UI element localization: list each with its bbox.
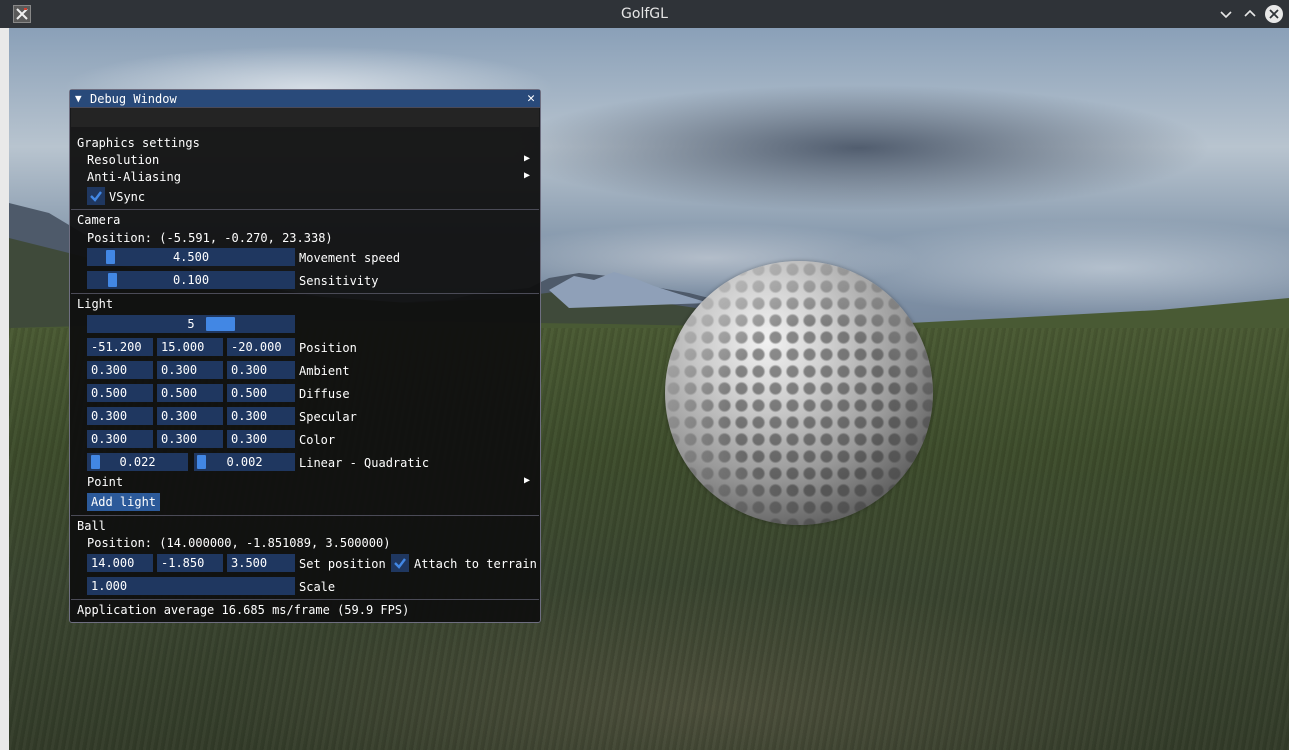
attach-to-terrain-checkbox[interactable] bbox=[391, 554, 409, 572]
movement-speed-slider[interactable]: 4.500 bbox=[87, 248, 295, 266]
point-expand-arrow-icon[interactable]: ▶ bbox=[524, 475, 530, 486]
golf-ball bbox=[665, 261, 933, 525]
attach-to-terrain-label: Attach to terrain bbox=[414, 557, 537, 571]
checkmark-icon bbox=[394, 558, 406, 569]
sensitivity-value: 0.100 bbox=[172, 273, 210, 287]
ball-y-input[interactable]: -1.850 bbox=[157, 554, 223, 572]
separator bbox=[71, 293, 539, 294]
debug-window-title-bar[interactable]: ▼ Debug Window ✕ bbox=[70, 90, 540, 108]
slider-grab[interactable] bbox=[91, 455, 100, 469]
light-index-slider[interactable]: 5 bbox=[87, 315, 295, 333]
window-left-edge bbox=[0, 28, 9, 750]
quadratic-value: 0.002 bbox=[226, 455, 263, 469]
movement-speed-value: 4.500 bbox=[172, 250, 210, 264]
quadratic-slider[interactable]: 0.002 bbox=[194, 453, 295, 471]
movement-speed-label: Movement speed bbox=[299, 251, 401, 265]
ball-position-text: Position: (14.000000, -1.851089, 3.50000… bbox=[87, 536, 391, 550]
camera-header[interactable]: Camera bbox=[77, 213, 120, 227]
slider-grab[interactable] bbox=[206, 317, 235, 331]
diffuse-r-input[interactable]: 0.500 bbox=[87, 384, 153, 402]
set-position-label: Set position bbox=[299, 557, 386, 571]
ball-scale-input[interactable]: 1.000 bbox=[87, 577, 295, 595]
ball-z-input[interactable]: 3.500 bbox=[227, 554, 295, 572]
ambient-b-input[interactable]: 0.300 bbox=[227, 361, 295, 379]
close-icon[interactable] bbox=[1265, 5, 1283, 23]
light-position-z-input[interactable]: -20.000 bbox=[227, 338, 295, 356]
sensitivity-label: Sensitivity bbox=[299, 274, 379, 288]
resolution-expand-arrow-icon[interactable]: ▶ bbox=[524, 153, 530, 164]
ambient-r-input[interactable]: 0.300 bbox=[87, 361, 153, 379]
point-menu-label[interactable]: Point bbox=[87, 475, 123, 489]
debug-window[interactable]: ▼ Debug Window ✕ Graphics settings Resol… bbox=[69, 89, 541, 623]
minimize-icon[interactable] bbox=[1217, 5, 1235, 23]
debug-window-title: Debug Window bbox=[90, 92, 177, 106]
golf-ball-dimples bbox=[665, 261, 933, 525]
sensitivity-slider[interactable]: 0.100 bbox=[87, 271, 295, 289]
diffuse-label: Diffuse bbox=[299, 387, 350, 401]
separator bbox=[71, 209, 539, 210]
vsync-checkbox[interactable] bbox=[87, 187, 105, 205]
add-light-button[interactable]: Add light bbox=[87, 493, 161, 511]
specular-g-input[interactable]: 0.300 bbox=[157, 407, 223, 425]
separator bbox=[71, 599, 539, 600]
separator bbox=[71, 515, 539, 516]
slider-grab[interactable] bbox=[106, 250, 115, 264]
checkmark-icon bbox=[90, 191, 102, 202]
ball-header[interactable]: Ball bbox=[77, 519, 106, 533]
slider-grab[interactable] bbox=[108, 273, 117, 287]
light-header[interactable]: Light bbox=[77, 297, 113, 311]
graphics-settings-header[interactable]: Graphics settings bbox=[77, 136, 200, 150]
linear-slider[interactable]: 0.022 bbox=[87, 453, 188, 471]
color-g-input[interactable]: 0.300 bbox=[157, 430, 223, 448]
light-index-value: 5 bbox=[187, 317, 195, 331]
light-position-x-input[interactable]: -51.200 bbox=[87, 338, 153, 356]
specular-label: Specular bbox=[299, 410, 357, 424]
diffuse-b-input[interactable]: 0.500 bbox=[227, 384, 295, 402]
vsync-label: VSync bbox=[109, 190, 146, 204]
close-icon[interactable]: ✕ bbox=[527, 91, 535, 106]
attenuation-label: Linear - Quadratic bbox=[299, 456, 430, 470]
anti-aliasing-expand-arrow-icon[interactable]: ▶ bbox=[524, 170, 530, 181]
window-title-bar: GolfGL bbox=[0, 0, 1289, 28]
color-b-input[interactable]: 0.300 bbox=[227, 430, 295, 448]
linear-value: 0.022 bbox=[119, 455, 156, 469]
diffuse-g-input[interactable]: 0.500 bbox=[157, 384, 223, 402]
light-position-y-input[interactable]: 15.000 bbox=[157, 338, 223, 356]
ambient-label: Ambient bbox=[299, 364, 350, 378]
ambient-g-input[interactable]: 0.300 bbox=[157, 361, 223, 379]
color-label: Color bbox=[299, 433, 336, 447]
specular-r-input[interactable]: 0.300 bbox=[87, 407, 153, 425]
specular-b-input[interactable]: 0.300 bbox=[227, 407, 295, 425]
window-title: GolfGL bbox=[621, 6, 668, 22]
debug-menu-bar bbox=[71, 108, 539, 127]
light-position-label: Position bbox=[299, 341, 357, 355]
scale-label: Scale bbox=[299, 580, 336, 594]
camera-position-text: Position: (-5.591, -0.270, 23.338) bbox=[87, 231, 333, 245]
collapse-triangle-icon[interactable]: ▼ bbox=[75, 92, 82, 105]
color-r-input[interactable]: 0.300 bbox=[87, 430, 153, 448]
anti-aliasing-menu-label[interactable]: Anti-Aliasing bbox=[87, 170, 181, 184]
resolution-menu-label[interactable]: Resolution bbox=[87, 153, 159, 167]
maximize-icon[interactable] bbox=[1241, 5, 1259, 23]
ball-x-input[interactable]: 14.000 bbox=[87, 554, 153, 572]
fps-status-text: Application average 16.685 ms/frame (59.… bbox=[77, 603, 410, 617]
slider-grab[interactable] bbox=[197, 455, 206, 469]
